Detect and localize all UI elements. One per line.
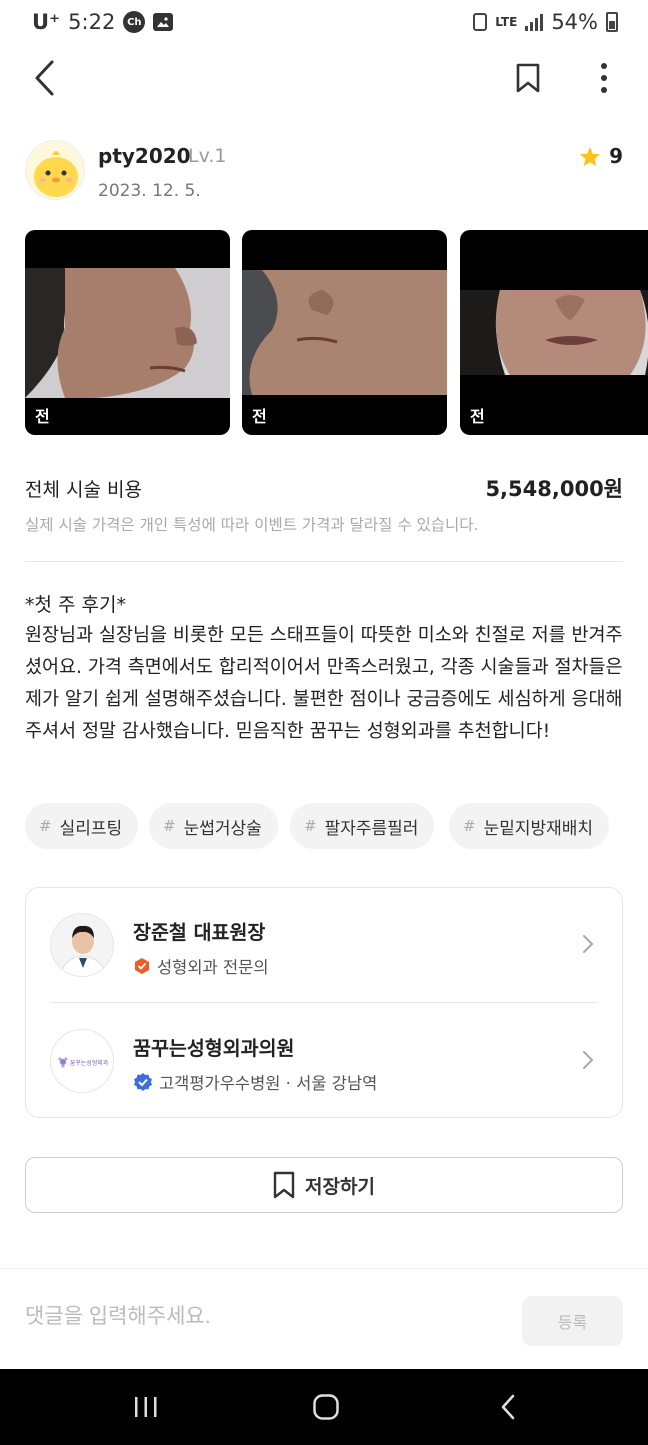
photo-label: 전	[470, 407, 485, 426]
status-time: 5:22	[68, 10, 116, 34]
save-button[interactable]: 저장하기	[25, 1157, 623, 1213]
doctor-clinic-card: 장준철 대표원장 성형외과 전문의 꿈꾸는성형외과 꿈꾸는성형외과의원 고객평가…	[25, 887, 623, 1118]
chat-notification-icon: Ch	[123, 11, 146, 33]
doctor-photo	[50, 913, 114, 977]
review-body: 원장님과 실장님을 비롯한 모든 스태프들이 따뜻한 미소와 친절로 저를 반겨…	[25, 625, 623, 742]
tag-chip[interactable]: # 실리프팅	[25, 803, 139, 849]
more-vertical-icon	[601, 63, 607, 93]
tag-chip[interactable]: # 팔자주름필러	[290, 803, 435, 849]
photo-label: 전	[252, 407, 267, 426]
bookmark-button[interactable]	[506, 56, 550, 100]
recent-apps-icon	[135, 1397, 157, 1417]
bookmark-icon	[516, 63, 540, 93]
card-divider	[50, 1002, 598, 1003]
hash-icon: #	[463, 817, 476, 835]
star-icon	[580, 146, 601, 166]
battery-icon	[606, 12, 618, 32]
recent-apps-button[interactable]	[124, 1387, 168, 1427]
doctor-name: 장준철 대표원장	[133, 921, 266, 944]
bookmark-icon	[273, 1171, 295, 1199]
back-arrow-icon	[501, 1394, 515, 1420]
chevron-right-icon	[583, 1051, 594, 1069]
cost-note: 실제 시술 가격은 개인 특성에 따라 이벤트 가격과 달라질 수 있습니다.	[25, 516, 479, 534]
home-button[interactable]	[304, 1387, 348, 1427]
tag-label: 눈밑지방재배치	[483, 818, 594, 839]
status-bar: U⁺ 5:22 Ch LTE 54%	[0, 0, 648, 44]
tag-chip[interactable]: # 눈썹거상술	[149, 803, 278, 849]
author-name[interactable]: pty2020	[98, 144, 191, 168]
tag-label: 실리프팅	[59, 818, 123, 839]
back-button[interactable]	[22, 56, 66, 100]
top-nav	[0, 44, 648, 114]
review-photo[interactable]: 전	[25, 230, 230, 435]
save-button-label: 저장하기	[305, 1175, 375, 1198]
clinic-info: 고객평가우수병원 · 서울 강남역	[133, 1070, 377, 1094]
chevron-right-icon	[583, 935, 594, 953]
specialist-badge-icon	[135, 958, 149, 974]
rating-value: 9	[609, 144, 623, 168]
cost-value: 5,548,000원	[485, 477, 623, 501]
tag-label: 눈썹거상술	[183, 818, 262, 839]
comment-submit-button[interactable]: 등록	[522, 1296, 623, 1346]
tag-list: # 실리프팅 # 눈썹거상술 # 팔자주름필러 # 눈밑지방재배치	[25, 803, 635, 849]
signal-icon	[525, 13, 544, 31]
clinic-name: 꿈꾸는성형외과의원	[133, 1037, 295, 1060]
system-back-button[interactable]	[486, 1387, 530, 1427]
battery-percent: 54%	[551, 10, 598, 34]
doctor-specialty: 성형외과 전문의	[133, 954, 269, 978]
cost-title: 전체 시술 비용	[25, 479, 142, 501]
hash-icon: #	[39, 817, 52, 835]
doctor-row[interactable]: 장준철 대표원장 성형외과 전문의	[26, 888, 622, 1003]
rating: 9	[579, 144, 623, 168]
verified-badge-icon	[134, 1073, 152, 1091]
network-type: LTE	[495, 15, 518, 29]
carrier-label: U⁺	[32, 10, 61, 34]
image-notification-icon	[153, 13, 174, 31]
clinic-info-label: 고객평가우수병원 · 서울 강남역	[159, 1074, 378, 1093]
review-title: *첫 주 후기*	[25, 594, 126, 616]
home-icon	[313, 1394, 339, 1420]
divider	[25, 561, 623, 562]
tag-label: 팔자주름필러	[324, 818, 419, 839]
tag-chip[interactable]: # 눈밑지방재배치	[449, 803, 610, 849]
comment-input[interactable]	[25, 1305, 495, 1329]
post-date: 2023. 12. 5.	[98, 181, 201, 201]
photo-carousel[interactable]: 전 전 전	[25, 230, 648, 435]
author-level: Lv.1	[188, 145, 227, 167]
clinic-logo: 꿈꾸는성형외과	[50, 1029, 114, 1093]
hash-icon: #	[304, 817, 317, 835]
hash-icon: #	[163, 817, 176, 835]
clinic-logo-text: 꿈꾸는성형외과	[70, 1059, 109, 1067]
avatar[interactable]	[25, 140, 85, 200]
comment-bar: 등록	[0, 1268, 648, 1369]
review-photo[interactable]: 전	[242, 230, 447, 435]
clinic-row[interactable]: 꿈꾸는성형외과 꿈꾸는성형외과의원 고객평가우수병원 · 서울 강남역	[26, 1004, 622, 1119]
review-photo[interactable]: 전	[460, 230, 648, 435]
doctor-specialty-label: 성형외과 전문의	[157, 958, 269, 977]
chevron-left-icon	[35, 60, 54, 96]
system-navigation-bar	[0, 1369, 648, 1445]
more-options-button[interactable]	[582, 56, 626, 100]
lock-icon	[473, 13, 488, 31]
author-header: pty2020 Lv.1 2023. 12. 5. 9	[25, 140, 623, 204]
photo-label: 전	[35, 407, 50, 426]
